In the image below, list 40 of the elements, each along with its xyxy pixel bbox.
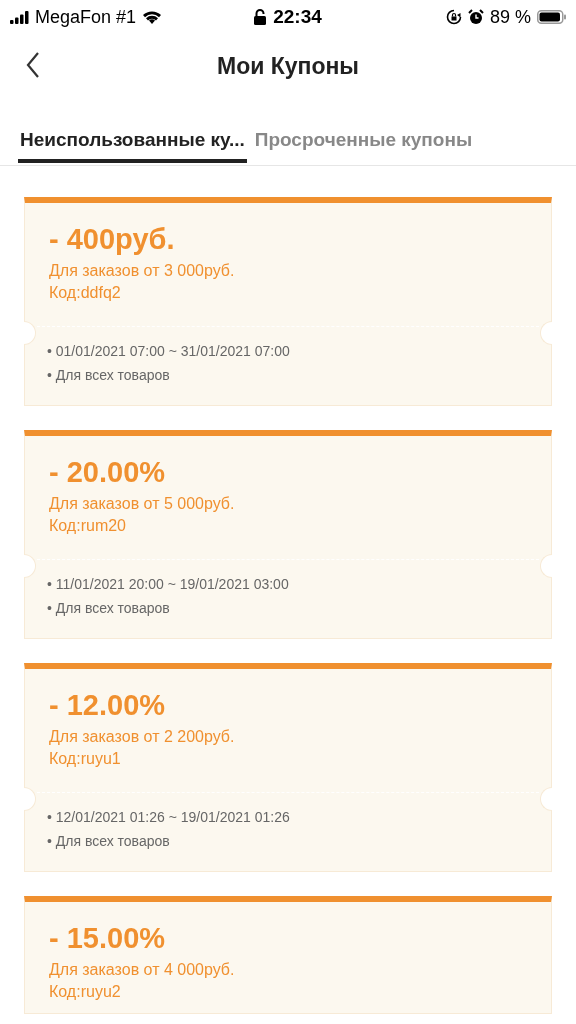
rotation-lock-icon [445,9,462,25]
clock-time: 22:34 [273,6,322,28]
tab[interactable]: Просроченные купоны [252,128,475,163]
ticket-notch [540,321,552,345]
order-condition: Для заказов от 5 000руб. [49,495,236,513]
coupon-code: Код:ruyu2 [49,983,122,1001]
page-title: Мои Купоны [216,52,359,80]
ticket-notch [24,321,36,345]
coupon-detail: • Для всех товаров [47,367,171,383]
coupon-card[interactable]: - 20.00% Для заказов от 5 000руб. Код:rum20 • 11/01/2021 20:00 ~ 19/01/2021 03:00 • Для всех товаров [24,430,552,639]
tab[interactable]: Неиспользованные ку... [18,128,247,163]
ticket-notch [24,554,36,578]
coupon-detail: • 01/01/2021 07:00 ~ 31/01/2021 07:00 [47,343,291,359]
discount-amount: - 20.00% [49,456,167,489]
coupon-detail: • Для всех товаров [47,600,171,616]
coupon-detail: • 12/01/2021 01:26 ~ 19/01/2021 01:26 [47,809,291,825]
ticket-notch [540,554,552,578]
alarm-icon [467,9,484,25]
coupon-detail: • 11/01/2021 20:00 ~ 19/01/2021 03:00 [47,576,290,592]
coupon-detail: • Для всех товаров [47,833,171,849]
order-condition: Для заказов от 2 200руб. [49,728,236,746]
coupon-code: Код:rum20 [49,517,127,535]
wifi-icon [142,10,163,24]
order-condition: Для заказов от 4 000руб. [49,961,236,979]
coupon-code: Код:ruyu1 [49,750,122,768]
carrier-name: MegaFon #1 [35,6,137,28]
lock-icon [254,9,267,25]
back-button[interactable] [26,52,40,78]
ticket-notch [24,787,36,811]
signal-icon [10,10,29,24]
discount-amount: - 400руб. [49,223,176,256]
coupon-code: Код:ddfq2 [49,284,122,302]
battery-icon [537,10,566,24]
battery-percent: 89 % [489,6,531,28]
coupon-card[interactable]: - 12.00% Для заказов от 2 200руб. Код:ruyu1 • 12/01/2021 01:26 ~ 19/01/2021 01:26 • Для всех товаров [24,663,552,872]
order-condition: Для заказов от 3 000руб. [49,262,236,280]
discount-amount: - 12.00% [49,689,167,722]
coupon-card[interactable]: - 400руб. Для заказов от 3 000руб. Код:ddfq2 • 01/01/2021 07:00 ~ 31/01/2021 07:00 • Для всех товаров [24,197,552,406]
ticket-notch [540,787,552,811]
discount-amount: - 15.00% [49,922,167,955]
